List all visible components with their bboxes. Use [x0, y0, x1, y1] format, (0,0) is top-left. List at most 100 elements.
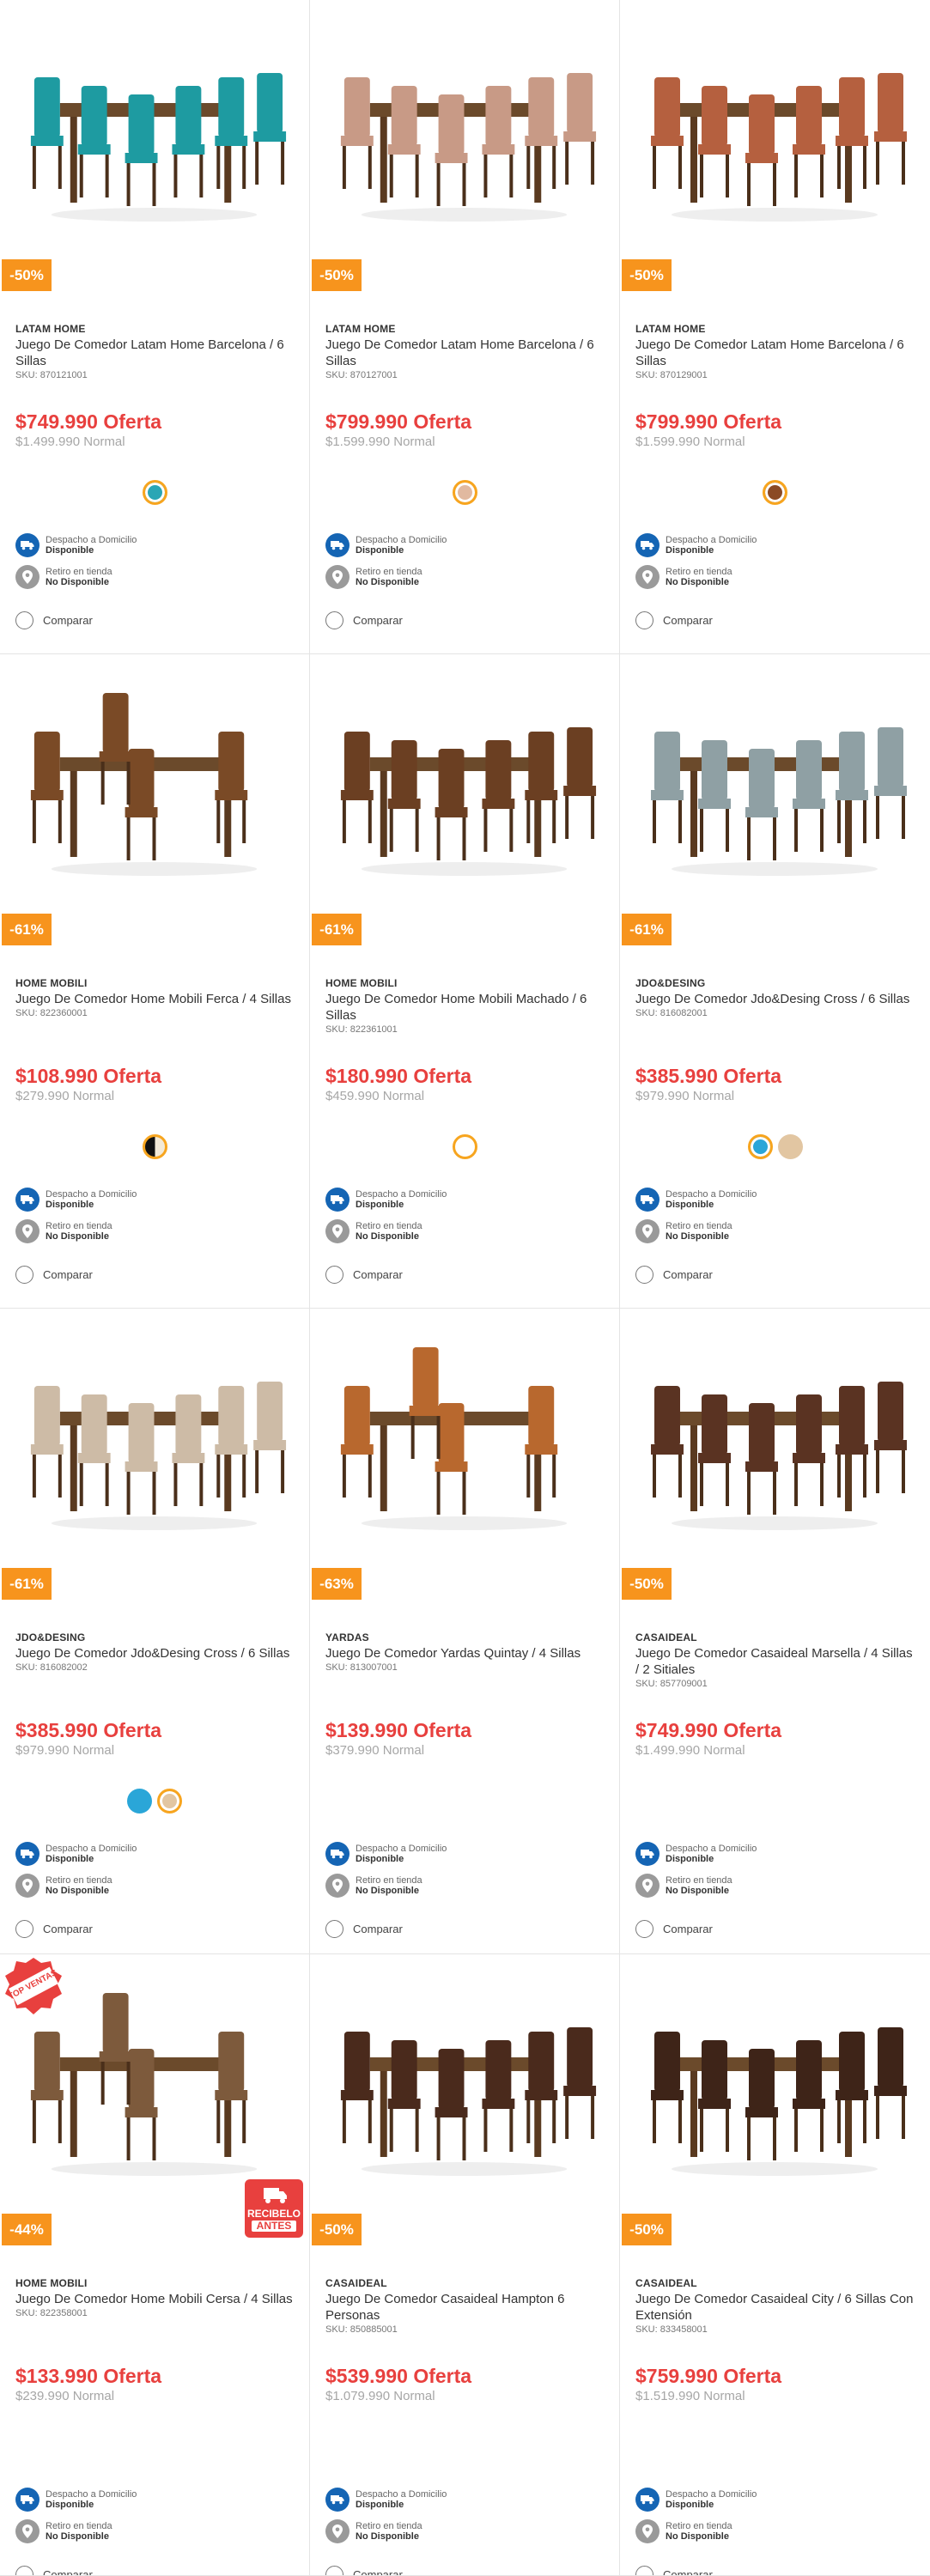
- home-delivery-title: Despacho a Domicilio: [46, 2489, 137, 2500]
- product-card[interactable]: -61% JDO&DESING Juego De Comedor Jdo&Des…: [620, 654, 930, 1309]
- product-image[interactable]: [310, 654, 619, 912]
- product-card[interactable]: -50% LATAM HOME Juego De Comedor Latam H…: [0, 0, 310, 654]
- color-swatch[interactable]: [777, 1133, 803, 1159]
- compare-toggle[interactable]: Comparar: [325, 611, 403, 629]
- product-name[interactable]: Juego De Comedor Yardas Quintay / 4 Sill…: [325, 1645, 607, 1662]
- truck-icon: [635, 533, 660, 557]
- normal-price: $979.990 Normal: [15, 1743, 115, 1758]
- compare-toggle[interactable]: Comparar: [635, 611, 713, 629]
- offer-price: $139.990 Oferta: [325, 1719, 472, 1741]
- compare-toggle[interactable]: Comparar: [325, 1266, 403, 1284]
- compare-toggle[interactable]: Comparar: [635, 1266, 713, 1284]
- product-brand: CASAIDEAL: [325, 2277, 387, 2289]
- color-swatch[interactable]: [747, 1133, 773, 1159]
- product-card[interactable]: -44% HOME MOBILI Juego De Comedor Home M…: [0, 1954, 310, 2576]
- store-pickup-status: No Disponible: [356, 1231, 419, 1242]
- compare-checkbox[interactable]: [325, 1920, 343, 1938]
- product-name[interactable]: Juego De Comedor Latam Home Barcelona / …: [635, 337, 918, 369]
- compare-label: Comparar: [353, 2568, 403, 2576]
- product-name[interactable]: Juego De Comedor Jdo&Desing Cross / 6 Si…: [635, 991, 918, 1007]
- compare-toggle[interactable]: Comparar: [15, 611, 93, 629]
- color-swatch[interactable]: [763, 479, 787, 505]
- product-image[interactable]: [0, 1309, 309, 1566]
- compare-checkbox[interactable]: [635, 1920, 653, 1938]
- product-image[interactable]: [310, 1309, 619, 1566]
- home-delivery-title: Despacho a Domicilio: [666, 1189, 757, 1200]
- compare-label: Comparar: [43, 1268, 93, 1281]
- product-image[interactable]: [310, 0, 619, 258]
- product-name[interactable]: Juego De Comedor Home Mobili Machado / 6…: [325, 991, 607, 1024]
- product-image[interactable]: [620, 0, 930, 258]
- compare-toggle[interactable]: Comparar: [15, 1920, 93, 1938]
- product-card[interactable]: -61% HOME MOBILI Juego De Comedor Home M…: [0, 654, 310, 1309]
- delivery-options: Despacho a Domicilio Disponible Retiro e…: [15, 2487, 137, 2550]
- dining-set-illustration: [30, 693, 258, 876]
- compare-toggle[interactable]: Comparar: [325, 1920, 403, 1938]
- store-pickup-row: Retiro en tienda No Disponible: [15, 1873, 137, 1899]
- product-name[interactable]: Juego De Comedor Home Mobili Cersa / 4 S…: [15, 2291, 297, 2307]
- compare-toggle[interactable]: Comparar: [325, 2566, 403, 2576]
- product-image[interactable]: [620, 654, 930, 912]
- product-image[interactable]: [0, 654, 309, 912]
- product-brand: LATAM HOME: [635, 323, 706, 335]
- color-swatch[interactable]: [127, 1788, 152, 1814]
- compare-toggle[interactable]: Comparar: [15, 2566, 93, 2575]
- product-card[interactable]: -50% CASAIDEAL Juego De Comedor Casaidea…: [310, 1954, 620, 2576]
- product-card[interactable]: -50% LATAM HOME Juego De Comedor Latam H…: [310, 0, 620, 654]
- offer-price: $539.990 Oferta: [325, 2365, 472, 2387]
- fast-truck-icon: [264, 2188, 287, 2203]
- truck-icon: [325, 1188, 350, 1212]
- product-name[interactable]: Juego De Comedor Latam Home Barcelona / …: [15, 337, 297, 369]
- compare-toggle[interactable]: Comparar: [15, 1266, 93, 1284]
- product-brand: HOME MOBILI: [15, 2277, 88, 2289]
- product-image[interactable]: [0, 0, 309, 258]
- product-card[interactable]: -61% JDO&DESING Juego De Comedor Jdo&Des…: [0, 1309, 310, 1954]
- home-delivery-status: Disponible: [666, 545, 714, 556]
- product-card[interactable]: -61% HOME MOBILI Juego De Comedor Home M…: [310, 654, 620, 1309]
- color-swatch[interactable]: [142, 479, 167, 505]
- compare-checkbox[interactable]: [15, 611, 33, 629]
- product-card[interactable]: -50% LATAM HOME Juego De Comedor Latam H…: [620, 0, 930, 654]
- antes-text: ANTES: [252, 2221, 296, 2232]
- offer-price: $759.990 Oferta: [635, 2365, 782, 2387]
- store-pickup-status: No Disponible: [46, 577, 109, 587]
- color-swatch[interactable]: [452, 479, 477, 505]
- product-card[interactable]: -50% CASAIDEAL Juego De Comedor Casaidea…: [620, 1309, 930, 1954]
- color-swatch[interactable]: [142, 1133, 167, 1159]
- product-name[interactable]: Juego De Comedor Home Mobili Ferca / 4 S…: [15, 991, 297, 1007]
- compare-checkbox[interactable]: [15, 2566, 33, 2575]
- product-name[interactable]: Juego De Comedor Casaideal Hampton 6 Per…: [325, 2291, 607, 2324]
- home-delivery-title: Despacho a Domicilio: [356, 535, 447, 545]
- store-pickup-title: Retiro en tienda: [356, 2521, 422, 2531]
- product-name[interactable]: Juego De Comedor Latam Home Barcelona / …: [325, 337, 607, 369]
- dining-set-illustration: [340, 2027, 597, 2176]
- store-pickup-row: Retiro en tienda No Disponible: [635, 2518, 757, 2544]
- recibelo-text: RECIBELO: [246, 2208, 301, 2220]
- home-delivery-status: Disponible: [666, 1854, 714, 1864]
- home-delivery-row: Despacho a Domicilio Disponible: [15, 532, 137, 558]
- product-image[interactable]: [620, 1309, 930, 1566]
- product-card[interactable]: -50% CASAIDEAL Juego De Comedor Casaidea…: [620, 1954, 930, 2576]
- delivery-options: Despacho a Domicilio Disponible Retiro e…: [15, 1187, 137, 1250]
- product-image[interactable]: [620, 1954, 930, 2212]
- compare-checkbox[interactable]: [325, 2566, 343, 2575]
- color-swatch[interactable]: [157, 1788, 182, 1814]
- compare-toggle[interactable]: Comparar: [635, 1920, 713, 1938]
- store-pickup-status: No Disponible: [356, 2531, 419, 2542]
- compare-toggle[interactable]: Comparar: [635, 2566, 713, 2575]
- product-name[interactable]: Juego De Comedor Casaideal Marsella / 4 …: [635, 1645, 918, 1678]
- color-swatch[interactable]: [452, 1133, 477, 1159]
- product-card[interactable]: -63% YARDAS Juego De Comedor Yardas Quin…: [310, 1309, 620, 1954]
- compare-checkbox[interactable]: [635, 1266, 653, 1284]
- compare-checkbox[interactable]: [325, 611, 343, 629]
- compare-checkbox[interactable]: [15, 1920, 33, 1938]
- product-name[interactable]: Juego De Comedor Casaideal City / 6 Sill…: [635, 2291, 918, 2324]
- compare-checkbox[interactable]: [325, 1266, 343, 1284]
- compare-checkbox[interactable]: [635, 2566, 653, 2575]
- product-name[interactable]: Juego De Comedor Jdo&Desing Cross / 6 Si…: [15, 1645, 297, 1662]
- store-pickup-title: Retiro en tienda: [46, 1875, 112, 1886]
- compare-checkbox[interactable]: [635, 611, 653, 629]
- compare-checkbox[interactable]: [15, 1266, 33, 1284]
- home-delivery-status: Disponible: [46, 1200, 94, 1210]
- product-image[interactable]: [310, 1954, 619, 2212]
